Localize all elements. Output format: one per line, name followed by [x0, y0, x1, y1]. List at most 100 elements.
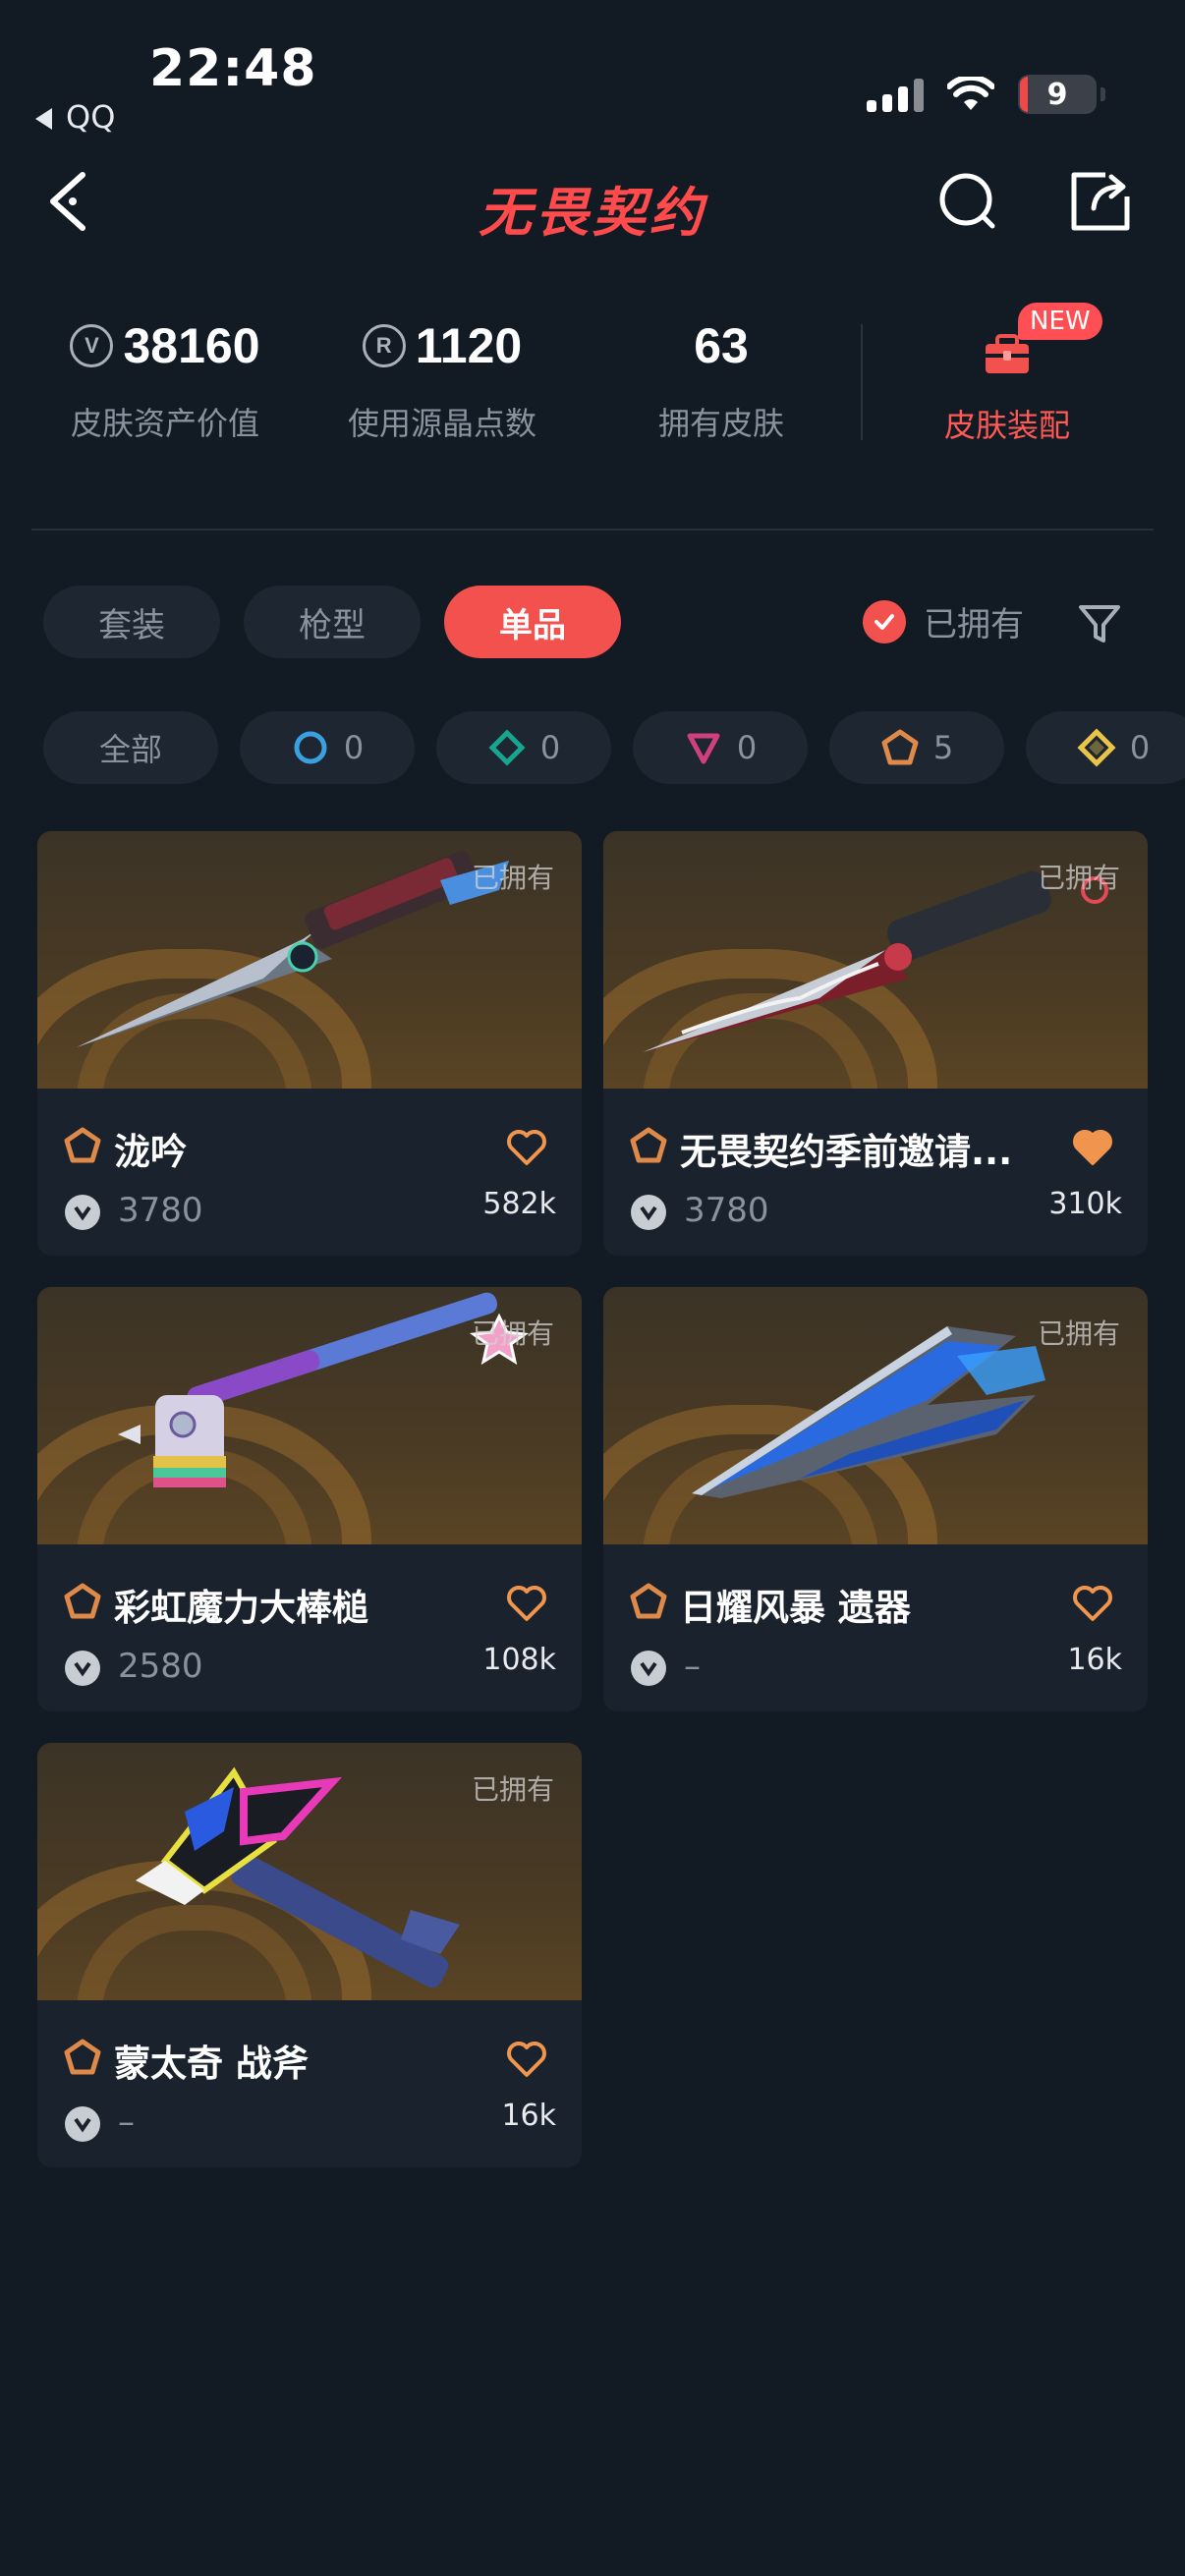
nav-bar: 无畏契约 — [0, 147, 1185, 255]
like-count: 16k — [1067, 1643, 1122, 1677]
premium-tier-icon — [687, 733, 720, 764]
new-badge: NEW — [1018, 303, 1102, 340]
chip-ultra-tier[interactable]: 0 — [1026, 711, 1185, 784]
stat-owned-skins-number: 63 — [694, 318, 749, 373]
chip-ultra-count: 0 — [1129, 729, 1151, 766]
rarity-filter-chips: 全部 0 0 0 5 0 — [43, 711, 1185, 786]
skin-price: – — [118, 2102, 135, 2142]
tab-single-items[interactable]: 单品 — [444, 586, 621, 658]
chip-select-count: 0 — [343, 729, 365, 766]
chip-premium-tier[interactable]: 0 — [633, 711, 808, 784]
stat-owned-skins-label: 拥有皮肤 — [657, 405, 784, 442]
status-time: 22:48 — [149, 39, 317, 98]
stat-owned-skins: 63 拥有皮肤 — [623, 314, 819, 444]
select-tier-icon — [294, 731, 327, 764]
category-tabs: 套装 枪型 单品 — [43, 586, 621, 658]
ultra-tier-icon — [1077, 728, 1116, 767]
heart-icon[interactable] — [505, 2040, 548, 2079]
owned-label: 已拥有 — [471, 1773, 554, 1806]
owned-label: 已拥有 — [1037, 1317, 1120, 1350]
chip-all-label: 全部 — [98, 731, 162, 768]
vp-icon — [631, 1195, 666, 1230]
skin-card[interactable]: 已拥有 蒙太奇 战斧 – 16k — [37, 1743, 582, 2167]
skin-card[interactable]: 已拥有 泷吟 3780 582k — [37, 831, 582, 1256]
radianite-icon: R — [362, 324, 406, 367]
owned-label: 已拥有 — [471, 1317, 554, 1350]
back-app-label: QQ — [66, 98, 116, 136]
skin-card[interactable]: 已拥有 彩虹魔力大棒槌 2580 108k — [37, 1287, 582, 1711]
chip-select-tier[interactable]: 0 — [240, 711, 415, 784]
skin-price: 2580 — [118, 1647, 203, 1686]
heart-icon[interactable] — [505, 1128, 548, 1167]
vp-icon — [65, 2106, 100, 2142]
skin-name: 无畏契约季前邀请... — [680, 1131, 1013, 1173]
skin-price: 3780 — [684, 1191, 769, 1230]
chip-exclusive-tier[interactable]: 5 — [829, 711, 1004, 784]
skin-loadout-label: 皮肤装配 — [943, 407, 1070, 444]
stat-radianite-number: 1120 — [415, 318, 523, 373]
skin-image: 已拥有 — [37, 1743, 582, 2000]
skin-price: – — [684, 1647, 701, 1686]
exclusive-tier-icon — [64, 1127, 101, 1163]
deluxe-tier-icon — [488, 729, 526, 766]
stats-panel: V 38160 皮肤资产价值 R 1120 使用源晶点数 63 拥有皮肤 皮肤装… — [0, 314, 1185, 462]
search-icon[interactable] — [933, 167, 1002, 236]
share-icon[interactable] — [1066, 167, 1135, 236]
exclusive-tier-icon — [630, 1583, 667, 1619]
stat-skin-value-number: 38160 — [123, 318, 260, 373]
vp-icon — [631, 1651, 666, 1686]
heart-icon[interactable] — [1071, 1584, 1114, 1623]
checkmark-icon — [863, 599, 906, 644]
wifi-icon — [947, 77, 994, 110]
stat-radianite-label: 使用源晶点数 — [347, 405, 536, 442]
skin-image: 已拥有 — [37, 831, 582, 1089]
page-title-logo: 无畏契约 — [479, 182, 706, 244]
like-count: 582k — [482, 1187, 556, 1221]
exclusive-tier-icon — [630, 1127, 667, 1163]
chip-deluxe-tier[interactable]: 0 — [436, 711, 611, 784]
heart-icon[interactable] — [505, 1584, 548, 1623]
skin-card[interactable]: 已拥有 无畏契约季前邀请... 3780 310k — [603, 831, 1148, 1256]
stat-radianite: R 1120 使用源晶点数 — [344, 314, 540, 444]
owned-label: 已拥有 — [471, 862, 554, 894]
chip-deluxe-count: 0 — [539, 729, 561, 766]
tab-weapon-types[interactable]: 枪型 — [244, 586, 421, 658]
skin-name: 泷吟 — [114, 1131, 187, 1173]
back-to-app-link[interactable]: QQ — [35, 98, 115, 136]
heart-filled-icon[interactable] — [1071, 1128, 1114, 1167]
chip-premium-count: 0 — [736, 729, 758, 766]
vp-icon — [65, 1195, 100, 1230]
vp-icon: V — [70, 324, 114, 367]
exclusive-tier-icon — [881, 729, 919, 765]
filter-icon[interactable] — [1075, 599, 1124, 648]
cellular-signal-icon — [867, 77, 924, 112]
owned-filter-label: 已拥有 — [924, 605, 1024, 644]
like-count: 108k — [482, 1643, 556, 1677]
stat-skin-value: V 38160 皮肤资产价值 — [67, 314, 263, 444]
like-count: 310k — [1048, 1187, 1122, 1221]
skin-image: 已拥有 — [603, 1287, 1148, 1544]
exclusive-tier-icon — [64, 2039, 101, 2075]
skin-image: 已拥有 — [37, 1287, 582, 1544]
skin-name: 蒙太奇 战斧 — [114, 2043, 309, 2085]
like-count: 16k — [501, 2099, 556, 2133]
stat-skin-value-label: 皮肤资产价值 — [70, 405, 259, 442]
status-bar: 22:48 QQ 9 — [0, 0, 1185, 138]
battery-icon: 9 — [1018, 75, 1105, 114]
vp-icon — [65, 1651, 100, 1686]
skin-name: 日耀风暴 遗器 — [680, 1587, 911, 1629]
chip-all[interactable]: 全部 — [43, 711, 218, 784]
skin-card[interactable]: 已拥有 日耀风暴 遗器 – 16k — [603, 1287, 1148, 1711]
tab-bundles[interactable]: 套装 — [43, 586, 220, 658]
exclusive-tier-icon — [64, 1583, 101, 1619]
chip-exclusive-count: 5 — [932, 729, 954, 766]
skin-price: 3780 — [118, 1191, 203, 1230]
section-divider — [31, 529, 1154, 531]
back-triangle-icon — [35, 108, 52, 130]
skin-name: 彩虹魔力大棒槌 — [114, 1587, 368, 1629]
status-icons: 9 — [867, 75, 1105, 114]
owned-filter-toggle[interactable]: 已拥有 — [863, 597, 1024, 645]
owned-label: 已拥有 — [1037, 862, 1120, 894]
battery-level: 9 — [1046, 77, 1068, 112]
skin-image: 已拥有 — [603, 831, 1148, 1089]
